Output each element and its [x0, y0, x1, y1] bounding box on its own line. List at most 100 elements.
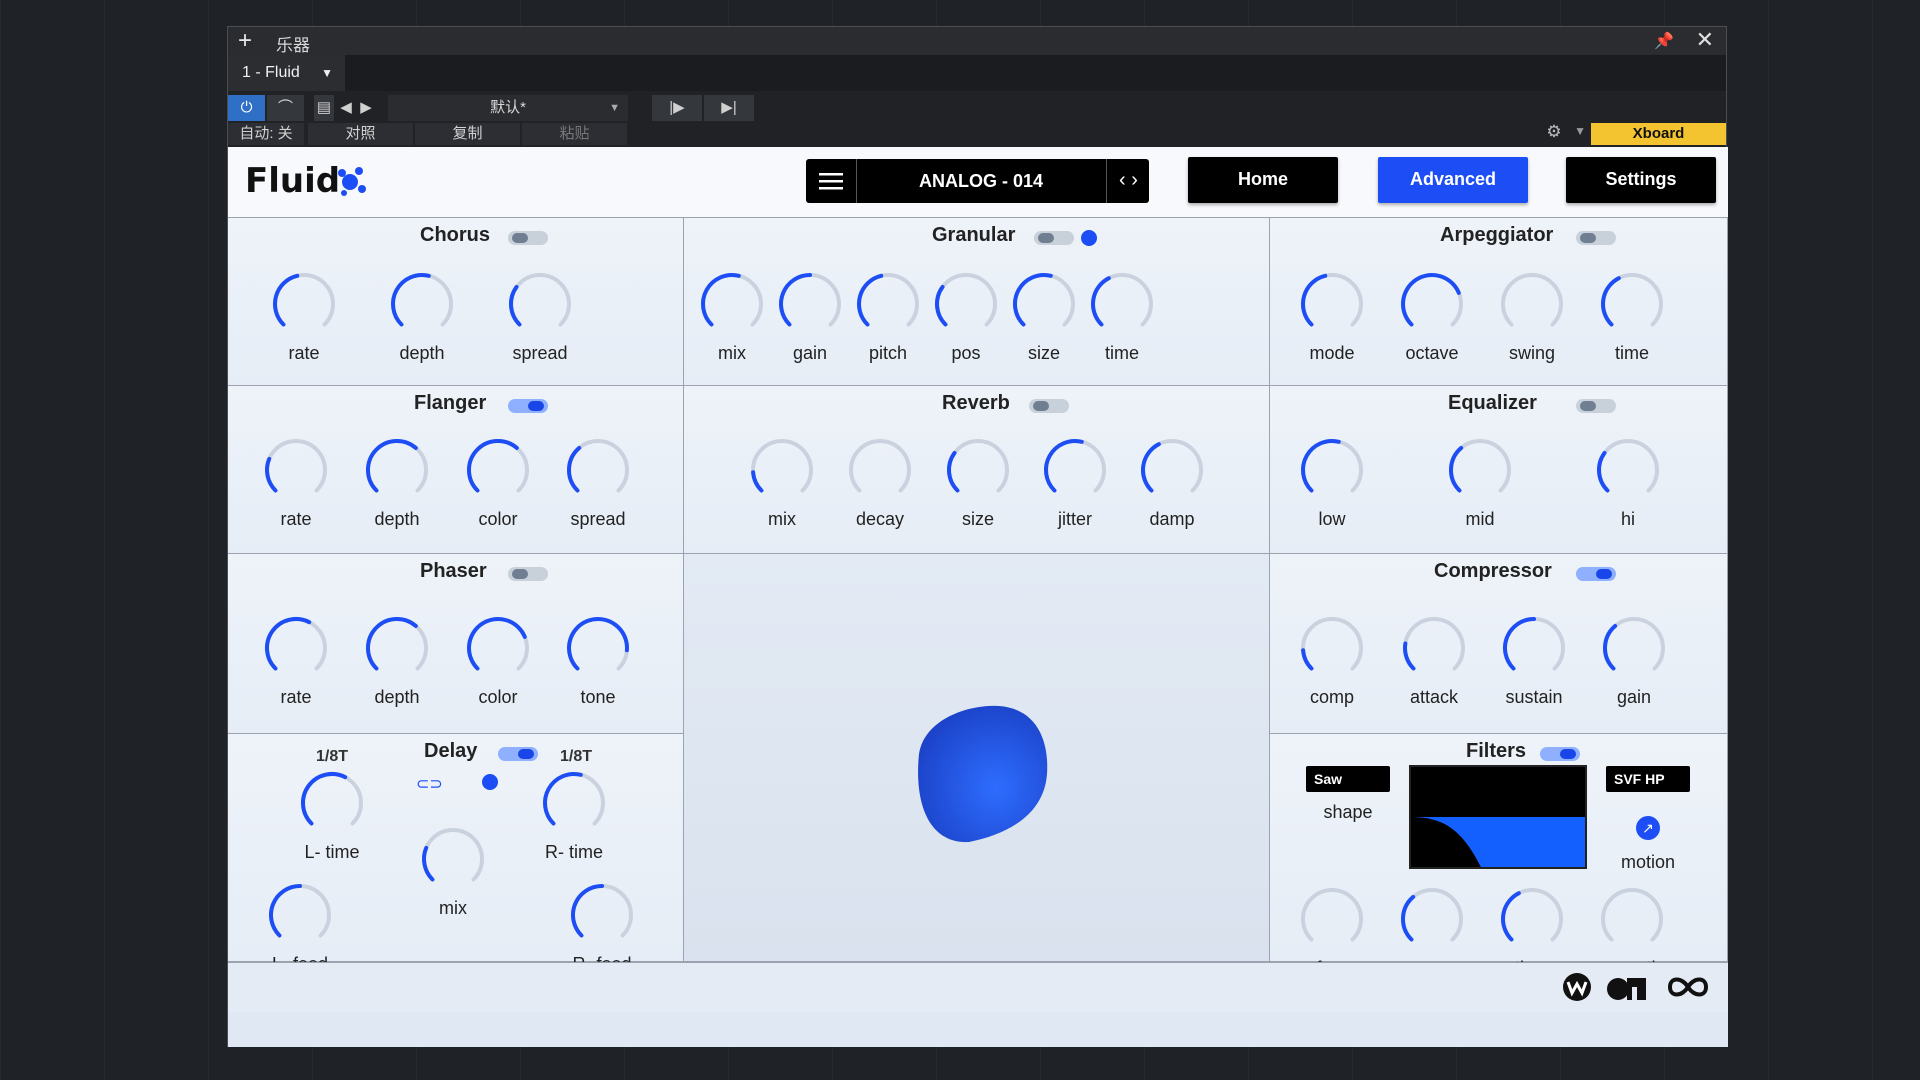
- chevron-left-icon[interactable]: ‹: [1119, 169, 1126, 191]
- copy-button[interactable]: 复制: [415, 123, 520, 145]
- preset-browser: ANALOG - 014 ‹ ›: [806, 159, 1149, 203]
- chorus-spread-knob[interactable]: spread: [500, 271, 580, 371]
- granular-time-knob[interactable]: time: [1082, 271, 1162, 371]
- granular-toggle[interactable]: [1034, 231, 1074, 245]
- delay-l-time-knob[interactable]: L- time: [292, 770, 372, 870]
- chorus-panel: Chorus rate depth spread: [228, 218, 684, 386]
- fluid-blob[interactable]: [899, 694, 1059, 854]
- chorus-depth-knob[interactable]: depth: [382, 271, 462, 371]
- preset-file-icon[interactable]: ▤: [314, 95, 334, 121]
- flanger-spread-knob[interactable]: spread: [558, 437, 638, 537]
- reverb-panel: Reverb mix decay size jitter damp: [684, 386, 1270, 554]
- knob-label: decay: [855, 509, 905, 529]
- blob-visualizer[interactable]: [684, 554, 1270, 962]
- xboard-button[interactable]: Xboard: [1591, 123, 1726, 145]
- motion-icon[interactable]: ↗: [1636, 816, 1660, 840]
- advanced-button[interactable]: Advanced: [1378, 157, 1528, 203]
- knob-label: swing: [1508, 343, 1556, 363]
- instrument-row: 1 - Fluid ▼: [228, 55, 1726, 91]
- granular-gain-knob[interactable]: gain: [770, 271, 850, 371]
- knob-label: low: [1318, 509, 1346, 529]
- arpeggiator-mode-knob[interactable]: mode: [1292, 271, 1372, 371]
- home-button[interactable]: Home: [1188, 157, 1338, 203]
- knob-label: size: [961, 509, 994, 529]
- compare-button[interactable]: 对照: [308, 123, 413, 145]
- phaser-rate-knob[interactable]: rate: [256, 615, 336, 715]
- reverb-mix-knob[interactable]: mix: [742, 437, 822, 537]
- fluid-plugin: Fluid ANALOG - 014 ‹ › Home Advanced Set…: [228, 147, 1728, 1047]
- gear-icon[interactable]: ⚙: [1542, 122, 1566, 144]
- window-title: 乐器: [276, 36, 310, 55]
- equalizer-low-knob[interactable]: low: [1292, 437, 1372, 537]
- clock-icon[interactable]: [482, 774, 498, 790]
- preset-dropdown[interactable]: 默认* ▼: [388, 95, 628, 121]
- equalizer-hi-knob[interactable]: hi: [1588, 437, 1668, 537]
- filters-toggle[interactable]: [1540, 747, 1580, 761]
- granular-mix-knob[interactable]: mix: [692, 271, 772, 371]
- chevron-right-icon[interactable]: ›: [1131, 169, 1138, 191]
- knob-label: spread: [512, 343, 568, 363]
- phaser-color-knob[interactable]: color: [458, 615, 538, 715]
- motion-label: motion: [1620, 852, 1676, 872]
- bypass-out-button[interactable]: ▶|: [704, 95, 754, 121]
- instrument-selector[interactable]: 1 - Fluid ▼: [228, 55, 345, 91]
- compressor-attack-knob[interactable]: attack: [1394, 615, 1474, 715]
- reverb-size-knob[interactable]: size: [938, 437, 1018, 537]
- delay-mix-knob[interactable]: mix: [413, 826, 493, 926]
- chorus-toggle[interactable]: [508, 231, 548, 245]
- equalizer-toggle[interactable]: [1576, 399, 1616, 413]
- phaser-depth-knob[interactable]: depth: [357, 615, 437, 715]
- reverb-jitter-knob[interactable]: jitter: [1035, 437, 1115, 537]
- granular-panel: Granular mix gain pitch pos size time: [684, 218, 1270, 386]
- arpeggiator-octave-knob[interactable]: octave: [1392, 271, 1472, 371]
- link-icon[interactable]: ⊂⊃: [416, 774, 443, 794]
- compressor-gain-knob[interactable]: gain: [1594, 615, 1674, 715]
- arpeggiator-time-knob[interactable]: time: [1592, 271, 1672, 371]
- settings-button[interactable]: Settings: [1566, 157, 1716, 203]
- paste-button[interactable]: 粘贴: [522, 123, 627, 145]
- preset-nav[interactable]: ‹ ›: [1106, 159, 1150, 203]
- flanger-rate-knob[interactable]: rate: [256, 437, 336, 537]
- clock-icon[interactable]: [1081, 230, 1097, 246]
- reverb-decay-knob[interactable]: decay: [840, 437, 920, 537]
- arpeggiator-toggle[interactable]: [1576, 231, 1616, 245]
- bypass-in-button[interactable]: |▶: [652, 95, 702, 121]
- close-icon[interactable]: ✕: [1696, 27, 1714, 53]
- reverb-damp-knob[interactable]: damp: [1132, 437, 1212, 537]
- power-button[interactable]: ⏻: [228, 95, 265, 121]
- auto-button[interactable]: 自动: 关: [228, 123, 304, 145]
- reverb-toggle[interactable]: [1029, 399, 1069, 413]
- filter-shape-select[interactable]: Saw: [1306, 766, 1390, 792]
- flanger-color-knob[interactable]: color: [458, 437, 538, 537]
- chevron-down-icon: ▼: [321, 66, 333, 80]
- phaser-tone-knob[interactable]: tone: [558, 615, 638, 715]
- filter-type-select[interactable]: SVF HP: [1606, 766, 1690, 792]
- compressor-sustain-knob[interactable]: sustain: [1494, 615, 1574, 715]
- flanger-depth-knob[interactable]: depth: [357, 437, 437, 537]
- menu-button[interactable]: [806, 159, 857, 203]
- delay-left-sync[interactable]: 1/8T: [316, 748, 348, 766]
- chorus-rate-knob[interactable]: rate: [264, 271, 344, 371]
- granular-pitch-knob[interactable]: pitch: [848, 271, 928, 371]
- prev-preset-icon[interactable]: ◀: [336, 95, 356, 121]
- pin-icon[interactable]: 📌: [1654, 31, 1674, 51]
- equalizer-mid-knob[interactable]: mid: [1440, 437, 1520, 537]
- chevron-down-icon[interactable]: ▼: [1574, 124, 1586, 138]
- granular-pos-knob[interactable]: pos: [926, 271, 1006, 371]
- delay-toggle[interactable]: [498, 747, 538, 761]
- monitor-button[interactable]: ⌒: [267, 95, 304, 121]
- add-icon[interactable]: +: [238, 28, 252, 54]
- flanger-toggle[interactable]: [508, 399, 548, 413]
- knob-label: jitter: [1057, 509, 1092, 529]
- next-preset-icon[interactable]: ▶: [356, 95, 376, 121]
- delay-r-time-knob[interactable]: R- time: [534, 770, 614, 870]
- preset-name[interactable]: ANALOG - 014: [856, 159, 1106, 203]
- arpeggiator-swing-knob[interactable]: swing: [1492, 271, 1572, 371]
- granular-size-knob[interactable]: size: [1004, 271, 1084, 371]
- hamburger-icon: [819, 173, 843, 190]
- delay-right-sync[interactable]: 1/8T: [560, 748, 592, 766]
- compressor-comp-knob[interactable]: comp: [1292, 615, 1372, 715]
- phaser-toggle[interactable]: [508, 567, 548, 581]
- compressor-toggle[interactable]: [1576, 567, 1616, 581]
- toggle-thumb: [1038, 233, 1054, 243]
